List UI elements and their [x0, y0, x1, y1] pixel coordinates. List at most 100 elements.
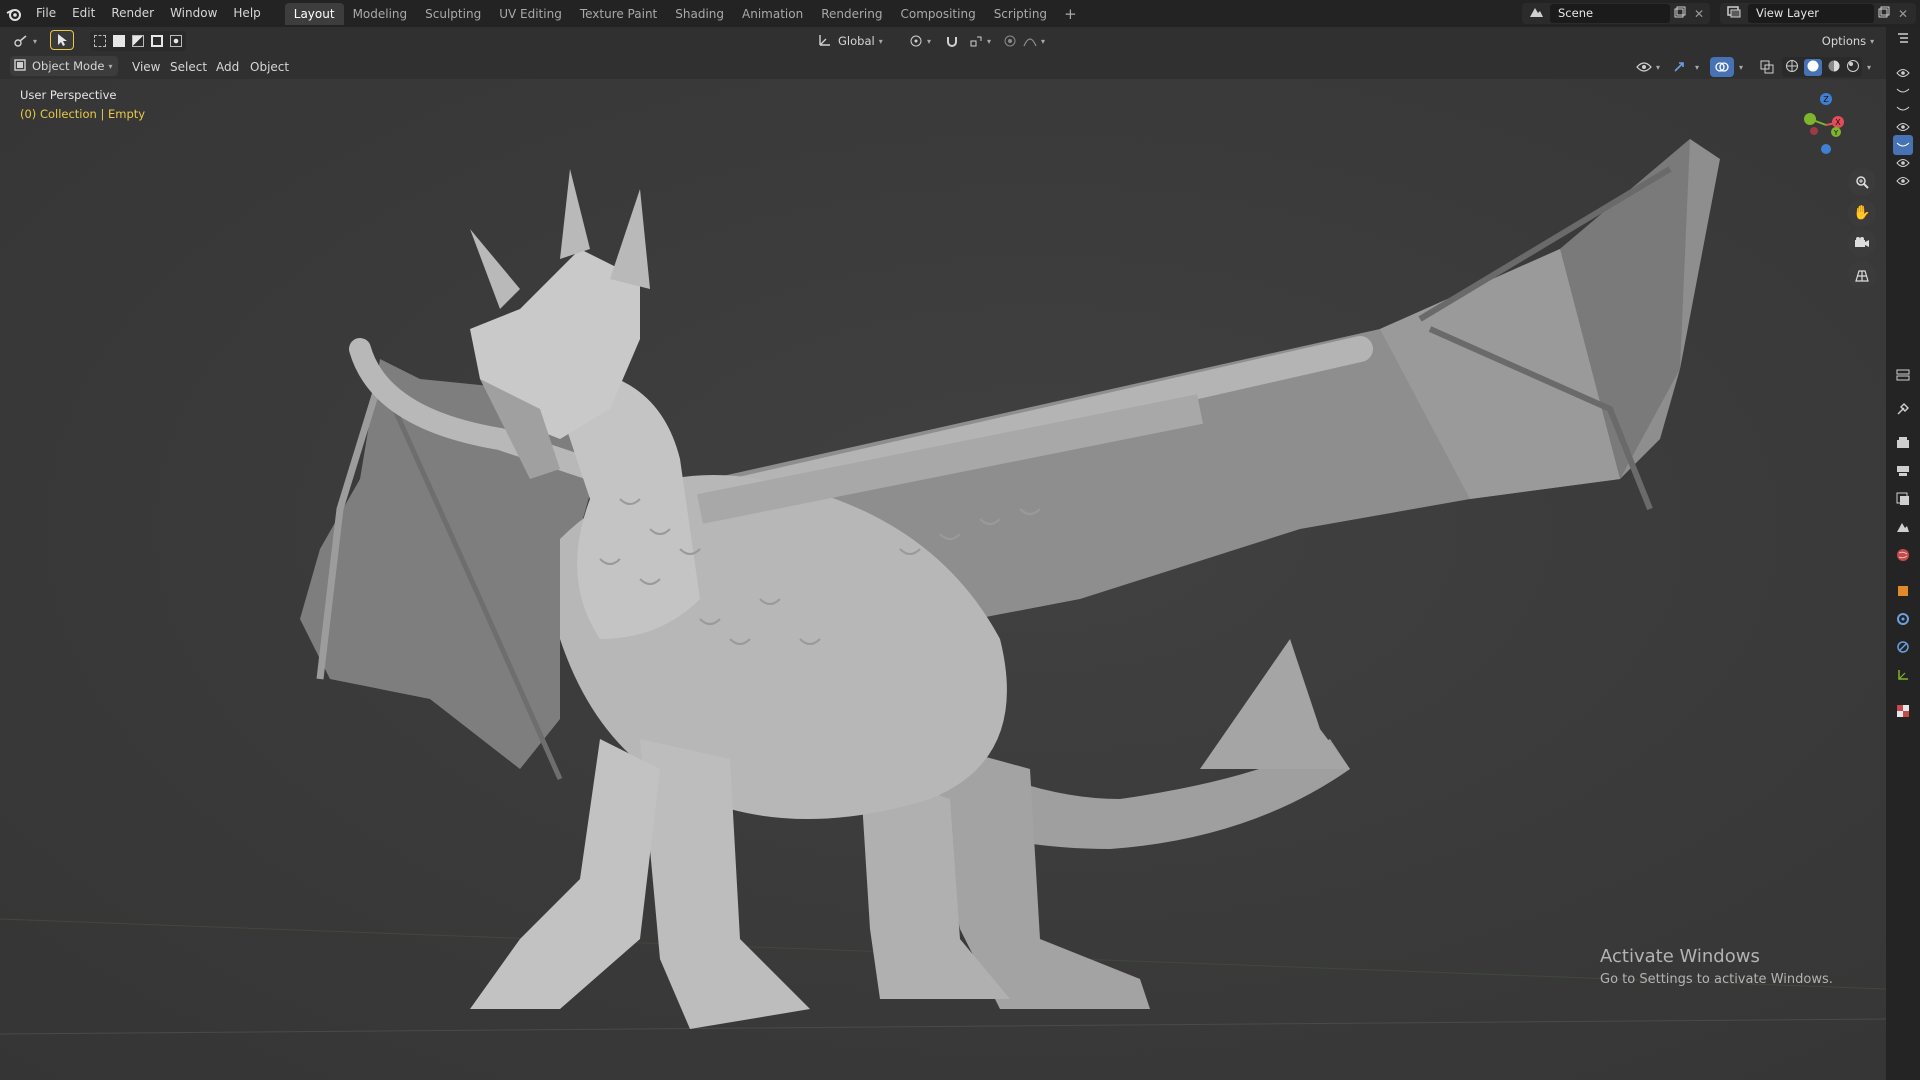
shading-mode-group — [1782, 57, 1862, 77]
grid-ortho-icon[interactable] — [1848, 261, 1876, 289]
gizmo-y-label: Y — [1833, 129, 1839, 137]
output-icon[interactable] — [1893, 461, 1913, 481]
blender-logo-icon[interactable] — [0, 0, 28, 27]
pivot-point-icon[interactable]: ▾ — [904, 31, 936, 51]
menu-render[interactable]: Render — [103, 0, 162, 27]
dragon-model — [0, 139, 1886, 1035]
perspective-label: User Perspective — [20, 88, 117, 102]
collection-label: (0) Collection | Empty — [20, 107, 146, 121]
tab-texture-paint[interactable]: Texture Paint — [571, 3, 666, 25]
properties-editor-icon[interactable] — [1893, 365, 1913, 385]
menu-edit[interactable]: Edit — [64, 0, 103, 27]
xray-toggle-icon[interactable] — [1756, 57, 1778, 77]
overlays-dropdown-icon[interactable]: ▾ — [1734, 57, 1748, 77]
view-layer-icon[interactable] — [1720, 5, 1748, 22]
delete-scene-icon[interactable]: ✕ — [1690, 7, 1708, 21]
view-layer-icon[interactable] — [1893, 489, 1913, 509]
snap-toggle-icon[interactable] — [940, 31, 964, 51]
orientation-axes-icon — [818, 33, 832, 50]
show-overlays-icon[interactable] — [1710, 57, 1734, 77]
rendered-shading-icon[interactable] — [1846, 59, 1860, 76]
options-label: Options — [1821, 34, 1867, 48]
menu-object[interactable]: Object — [242, 55, 297, 79]
modifier-icon[interactable] — [1893, 609, 1913, 629]
select-tool-icon[interactable] — [50, 30, 74, 50]
menu-file[interactable]: File — [28, 0, 64, 27]
select-extend-icon[interactable] — [112, 35, 125, 47]
tool-icon[interactable] — [1893, 399, 1913, 419]
gizmo-dropdown-icon[interactable]: ▾ — [1690, 57, 1704, 77]
new-view-layer-icon[interactable] — [1874, 6, 1894, 21]
select-new-icon[interactable] — [93, 35, 106, 47]
select-invert-icon[interactable] — [151, 35, 164, 47]
visibility-eye-icon[interactable] — [1893, 117, 1913, 137]
pan-hand-icon[interactable]: ✋ — [1848, 199, 1876, 227]
tab-uv-editing[interactable]: UV Editing — [490, 3, 571, 25]
right-sidebar — [1886, 27, 1920, 1080]
orientation-label: Global — [838, 34, 875, 48]
visibility-eye-icon[interactable] — [1893, 63, 1913, 83]
falloff-icon[interactable]: ▾ — [1020, 31, 1048, 51]
constraint-icon[interactable] — [1893, 665, 1913, 685]
tab-animation[interactable]: Animation — [733, 3, 812, 25]
options-dropdown[interactable]: Options ▾ — [1816, 31, 1880, 51]
tab-layout[interactable]: Layout — [284, 2, 344, 25]
visibility-eye-icon[interactable] — [1893, 153, 1913, 173]
3d-viewport[interactable]: User Perspective (0) Collection | Empty … — [0, 79, 1886, 1080]
gizmo-z-label: Z — [1823, 95, 1829, 104]
workspace-tabs: Layout Modeling Sculpting UV Editing Tex… — [284, 2, 1085, 25]
select-intersect-icon[interactable] — [170, 35, 183, 47]
transform-orientation-dropdown[interactable]: Global ▾ — [818, 31, 898, 51]
menu-help[interactable]: Help — [225, 0, 268, 27]
scene-icon[interactable] — [1522, 5, 1550, 22]
activate-windows-title: Activate Windows — [1600, 946, 1760, 967]
menu-window[interactable]: Window — [162, 0, 225, 27]
view-layer-selector: View Layer ✕ — [1720, 3, 1916, 24]
object-mode-icon — [14, 58, 26, 74]
material-preview-icon[interactable] — [1827, 59, 1841, 76]
proportional-edit-icon[interactable] — [1000, 31, 1020, 51]
add-workspace-button[interactable]: + — [1056, 3, 1085, 25]
mode-dropdown[interactable]: Object Mode ▾ — [10, 56, 118, 76]
delete-view-layer-icon[interactable]: ✕ — [1894, 7, 1912, 21]
wireframe-shading-icon[interactable] — [1785, 59, 1799, 76]
editor-type-icon[interactable]: ▾ — [10, 31, 40, 51]
camera-icon[interactable] — [1848, 229, 1876, 257]
tab-sculpting[interactable]: Sculpting — [416, 3, 490, 25]
new-scene-icon[interactable] — [1670, 6, 1690, 21]
physics-icon[interactable] — [1893, 637, 1913, 657]
scene-name-field[interactable]: Scene — [1550, 4, 1670, 23]
scene-icon[interactable] — [1893, 517, 1913, 537]
selection-mode-group — [90, 31, 186, 51]
tab-compositing[interactable]: Compositing — [891, 3, 984, 25]
show-gizmo-icon[interactable] — [1668, 57, 1690, 77]
outliner-editor-icon[interactable] — [1893, 29, 1913, 49]
tab-scripting[interactable]: Scripting — [985, 3, 1056, 25]
world-icon[interactable] — [1893, 545, 1913, 565]
snap-target-icon[interactable]: ▾ — [966, 31, 994, 51]
solid-shading-icon[interactable] — [1803, 58, 1822, 76]
top-bar: File Edit Render Window Help Layout Mode… — [0, 0, 1920, 27]
navigation-gizmo[interactable]: Z X Y — [1796, 89, 1856, 159]
hidden-eye-icon[interactable] — [1893, 81, 1913, 101]
hidden-eye-icon[interactable] — [1893, 99, 1913, 119]
object-icon[interactable] — [1893, 581, 1913, 601]
tool-settings-row: ▾ Global ▾ ▾ ▾ ▾ Options ▾ — [0, 27, 1886, 55]
shading-dropdown-icon[interactable]: ▾ — [1862, 57, 1876, 77]
tab-rendering[interactable]: Rendering — [812, 3, 891, 25]
view-layer-name-field[interactable]: View Layer — [1748, 4, 1874, 23]
select-subtract-icon[interactable] — [131, 35, 144, 47]
mode-label: Object Mode — [32, 59, 105, 73]
texture-icon[interactable] — [1893, 701, 1913, 721]
hidden-eye-icon[interactable] — [1893, 135, 1913, 155]
zoom-icon[interactable] — [1848, 168, 1876, 196]
viewport-menu-row: Object Mode ▾ View Select Add Object ▾ ▾ … — [0, 55, 1886, 79]
scene-selector: Scene ✕ — [1522, 3, 1710, 24]
tab-shading[interactable]: Shading — [666, 3, 733, 25]
viewport-header: ▾ Global ▾ ▾ ▾ ▾ Options ▾ Object Mode ▾… — [0, 27, 1886, 79]
visibility-selectability-icon[interactable]: ▾ — [1632, 57, 1664, 77]
visibility-eye-icon[interactable] — [1893, 171, 1913, 191]
render-icon[interactable] — [1893, 433, 1913, 453]
tab-modeling[interactable]: Modeling — [344, 3, 417, 25]
gizmo-x-label: X — [1835, 118, 1841, 127]
